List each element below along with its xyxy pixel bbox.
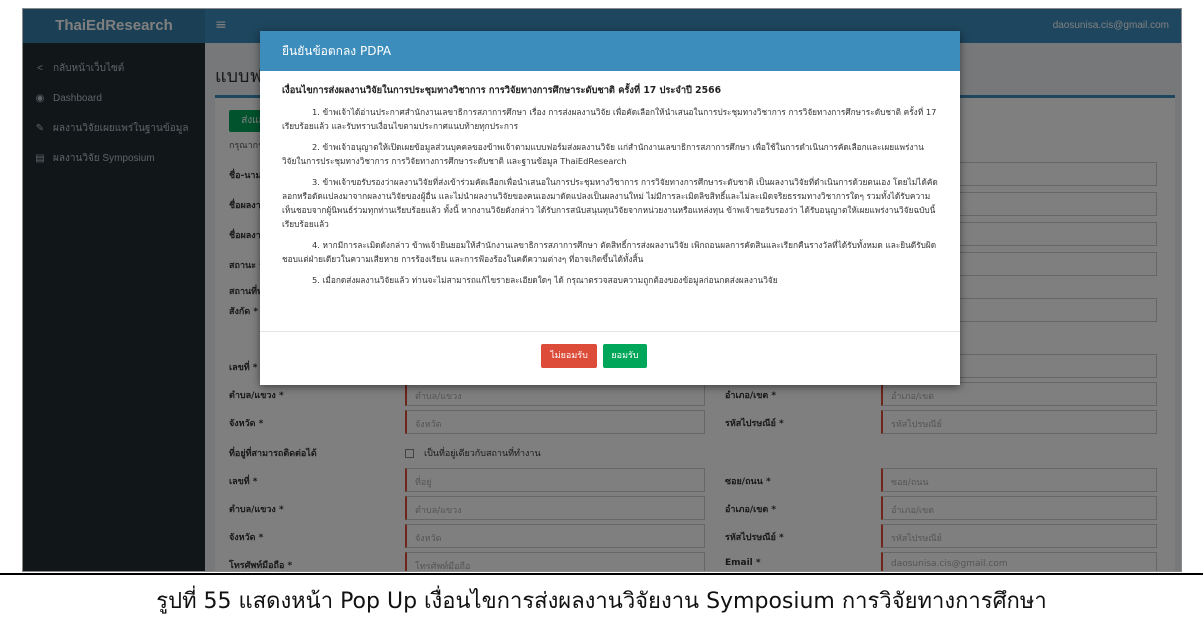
accept-button[interactable]: ยอมรับ [603,344,647,368]
caption-divider [0,573,1203,575]
terms-clause-5: 5. เมื่อกดส่งผลงานวิจัยแล้ว ท่านจะไม่สาม… [312,275,778,285]
figure-frame: ThaiEdResearch ≡ daosunisa.cis@gmail.com… [0,0,1203,631]
terms-heading: เงื่อนไขการส่งผลงานวิจัยในการประชุมทางวิ… [282,85,722,96]
modal-header: ยืนยันข้อตกลง PDPA [260,31,960,71]
screenshot-area: ThaiEdResearch ≡ daosunisa.cis@gmail.com… [22,8,1182,572]
pdpa-modal: ยืนยันข้อตกลง PDPA เงื่อนไขการส่งผลงานวิ… [260,31,960,385]
modal-body: เงื่อนไขการส่งผลงานวิจัยในการประชุมทางวิ… [260,71,960,287]
terms-clause-1: 1. ข้าพเจ้าได้อ่านประกาศสำนักงานเลขาธิกา… [282,107,937,131]
terms-clause-3: 3. ข้าพเจ้าขอรับรองว่าผลงานวิจัยที่ส่งเข… [282,177,938,229]
figure-caption: รูปที่ 55 แสดงหน้า Pop Up เงื่อนไขการส่ง… [156,589,1047,614]
modal-footer: ไม่ยอมรับ ยอมรับ [260,331,960,385]
modal-title: ยืนยันข้อตกลง PDPA [282,44,392,58]
terms-clause-4: 4. หากมีการละเมิดดังกล่าว ข้าพเจ้ายินยอม… [282,240,937,264]
decline-button[interactable]: ไม่ยอมรับ [541,344,597,368]
terms-clause-2: 2. ข้าพเจ้าอนุญาตให้เปิดเผยข้อมูลส่วนบุค… [282,142,924,166]
